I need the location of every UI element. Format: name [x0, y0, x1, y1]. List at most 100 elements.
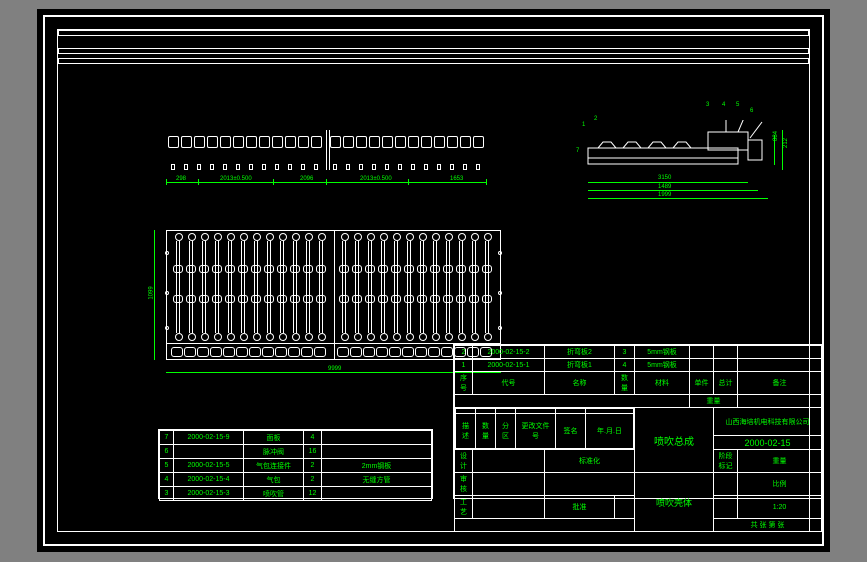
- callout-5: 5: [736, 102, 739, 108]
- plan-height-dim: 1099: [149, 286, 155, 299]
- plan-column: [212, 235, 222, 339]
- elevation-bow: [220, 136, 231, 148]
- stage: 阶段标记: [714, 450, 738, 473]
- elevation-bow: [207, 136, 218, 148]
- elevation-stub: [359, 164, 363, 170]
- callout-2: 2: [594, 116, 597, 122]
- approve-4: 签名: [556, 413, 586, 448]
- plan-column: [316, 235, 326, 339]
- role-2: 工艺: [455, 496, 473, 519]
- plan-foot: [314, 347, 326, 357]
- hdr-remark: 备注: [738, 372, 822, 395]
- company: 山西海培机电科技有限公司: [714, 408, 822, 436]
- approve-3: 更改文件号: [516, 413, 556, 448]
- hdr-code: 代号: [473, 372, 545, 395]
- plan-foot: [197, 347, 209, 357]
- elevation-bow: [181, 136, 192, 148]
- elevation-stub: [450, 164, 454, 170]
- plan-column: [417, 235, 427, 339]
- elevation-stub: [385, 164, 389, 170]
- callout-7: 7: [576, 148, 579, 154]
- elevation-stub: [463, 164, 467, 170]
- elevation-bow: [246, 136, 257, 148]
- plan-foot: [301, 347, 313, 357]
- plan-column: [482, 235, 492, 339]
- hdr-no: 序号: [455, 372, 473, 395]
- assy-dim4: 212: [783, 138, 789, 148]
- plan-wdim-line: [166, 372, 501, 373]
- plan-column: [352, 235, 362, 339]
- elevation-bow: [168, 136, 179, 148]
- elevation-bow: [395, 136, 406, 148]
- approve-1: 数量: [476, 413, 496, 448]
- elevation-stub: [197, 164, 201, 170]
- plan-column: [225, 235, 235, 339]
- plan-foot: [262, 347, 274, 357]
- sub-title: 喷吹壳体: [635, 473, 714, 532]
- plan-column: [443, 235, 453, 339]
- dim-d5: 1653: [450, 176, 463, 182]
- plan-foot: [249, 347, 261, 357]
- callout-1: 1: [582, 122, 585, 128]
- title-block: 22000-02-15-2折弯板235mm钢板 12000-02-15-1折弯板…: [453, 344, 823, 499]
- assy-dim2-line: [588, 190, 758, 191]
- elevation-stub: [262, 164, 266, 170]
- plan-foot: [337, 347, 349, 357]
- plan-column: [199, 235, 209, 339]
- elevation-bow: [473, 136, 484, 148]
- plan-foot: [184, 347, 196, 357]
- elevation-view: /*placeholder - bows drawn below via sta…: [58, 30, 378, 70]
- elevation-bow: [285, 136, 296, 148]
- assy-dim3-line: [588, 198, 768, 199]
- elevation-bow: [194, 136, 205, 148]
- elevation-bow: [259, 136, 270, 148]
- elevation-stub: [424, 164, 428, 170]
- elevation-stub: [249, 164, 253, 170]
- elevation-bow: [434, 136, 445, 148]
- plan-foot: [376, 347, 388, 357]
- role-0: 设计: [455, 450, 473, 473]
- elevation-bow: [330, 136, 341, 148]
- hdr-total: 总计: [714, 372, 738, 395]
- plan-column: [469, 235, 479, 339]
- hdr-mat: 材料: [635, 372, 690, 395]
- plan-column: [251, 235, 261, 339]
- bom-row: 12000-02-15-1折弯板145mm钢板: [455, 359, 822, 372]
- elevation-stub: [314, 164, 318, 170]
- dim-d2: 2013±0.500: [220, 176, 252, 182]
- side-assembly-view: [578, 120, 798, 180]
- plan-width-dim: 9999: [328, 366, 341, 372]
- elevation-stub: [333, 164, 337, 170]
- elevation-stub: [398, 164, 402, 170]
- drawing-canvas: /*placeholder - bows drawn below via sta…: [37, 9, 830, 552]
- plan-foot: [350, 347, 362, 357]
- dim-d4: 2013±0.500: [360, 176, 392, 182]
- plan-foot: [389, 347, 401, 357]
- dwg-no: 2000-02-15: [714, 436, 822, 450]
- plan-column: [391, 235, 401, 339]
- assy-dim1-line: [588, 182, 748, 183]
- elevation-stub: [476, 164, 480, 170]
- elevation-stub: [437, 164, 441, 170]
- bom-row: 52000-02-15-5气包连接件22mm钢板: [160, 459, 432, 473]
- std: 标准化: [545, 450, 635, 473]
- elevation-stub: [236, 164, 240, 170]
- elevation-bow: [460, 136, 471, 148]
- elevation-bow: [233, 136, 244, 148]
- callout-3: 3: [706, 102, 709, 108]
- plan-foot: [275, 347, 287, 357]
- plan-foot: [363, 347, 375, 357]
- elevation-bow: [408, 136, 419, 148]
- scale-val: 1:20: [738, 496, 822, 519]
- elevation-stub: [171, 164, 175, 170]
- hdr-zl: 重量: [690, 395, 738, 408]
- elevation-bow: [311, 136, 322, 148]
- approve-2: 分区: [496, 413, 516, 448]
- approve-5: 年.月.日: [586, 413, 634, 448]
- hdr-name: 名称: [545, 372, 615, 395]
- plan-foot: [428, 347, 440, 357]
- elevation-stub: [411, 164, 415, 170]
- approve-0: 描述: [456, 413, 476, 448]
- plan-column: [173, 235, 183, 339]
- plan-foot: [402, 347, 414, 357]
